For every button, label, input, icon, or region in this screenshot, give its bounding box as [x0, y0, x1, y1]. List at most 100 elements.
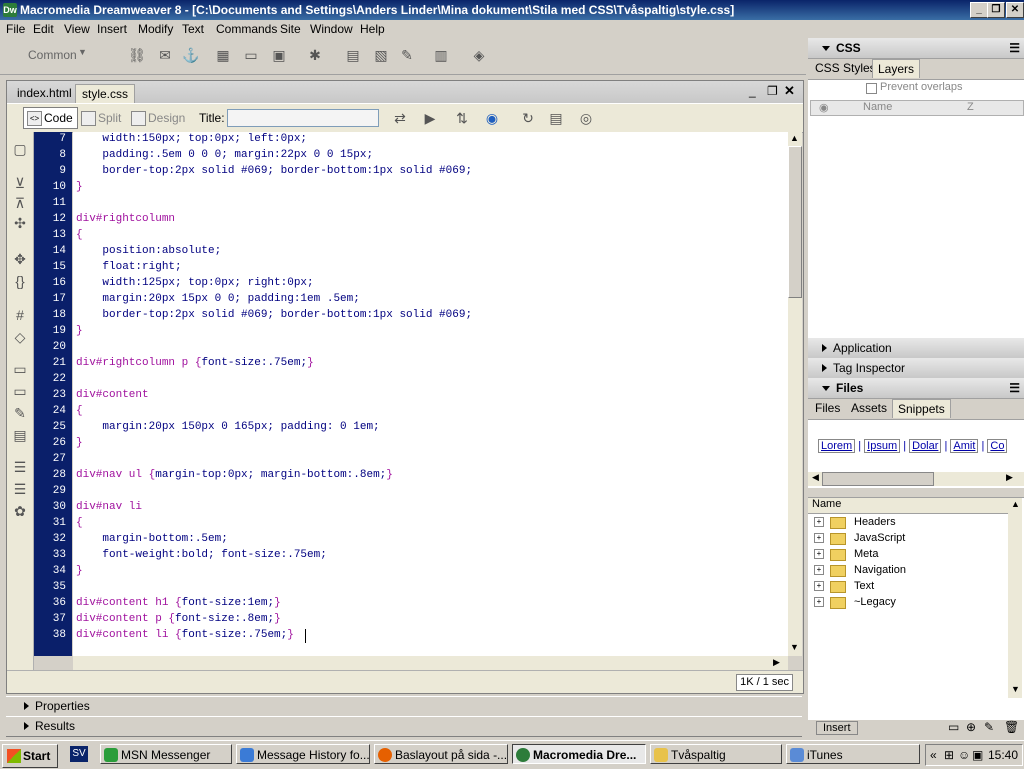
code-line[interactable]: div#nav li	[76, 501, 142, 513]
balance-braces-icon[interactable]: {}	[11, 272, 29, 290]
code-editor[interactable]: width:150px; top:0px; left:0px; padding:…	[73, 132, 788, 656]
scroll-up-icon[interactable]: ▲	[790, 133, 799, 143]
file-management-icon[interactable]: ⇄	[391, 109, 409, 127]
code-line[interactable]: {	[76, 517, 83, 529]
properties-panel-header[interactable]: Properties	[6, 696, 802, 717]
scrollbar-thumb[interactable]	[788, 146, 802, 298]
vertical-scrollbar[interactable]: ▲ ▼	[788, 132, 802, 656]
visual-aids-icon[interactable]: ◎	[577, 109, 595, 127]
doc-close-icon[interactable]: ✕	[784, 83, 795, 99]
task-message-history[interactable]: Message History fo...	[236, 744, 370, 764]
tray-expand-icon[interactable]: «	[930, 745, 937, 765]
view-options-icon[interactable]: ▤	[547, 109, 565, 127]
tab-files[interactable]: Files	[810, 399, 845, 417]
panel-options-icon[interactable]: ☰	[1009, 378, 1020, 398]
menu-commands[interactable]: Commands	[216, 22, 277, 36]
expand-plus-icon[interactable]: +	[814, 517, 824, 527]
start-button[interactable]: Start	[2, 744, 58, 768]
tab-index-html[interactable]: index.html	[11, 84, 78, 102]
menu-text[interactable]: Text	[182, 22, 204, 36]
templates-icon[interactable]: ▥	[432, 46, 450, 64]
delete-icon[interactable]: 🗑	[1004, 720, 1019, 734]
open-documents-icon[interactable]: ▢	[11, 140, 29, 158]
date-icon[interactable]: ▤	[344, 46, 362, 64]
scroll-up-icon[interactable]: ▲	[1011, 499, 1020, 509]
scroll-down-icon[interactable]: ▼	[1011, 684, 1020, 694]
scrollbar-thumb[interactable]	[822, 472, 934, 486]
edit-snippet-icon[interactable]: ✎	[984, 720, 994, 734]
select-parent-tag-icon[interactable]: ✥	[11, 250, 29, 268]
globe-icon[interactable]: ◉	[483, 109, 501, 127]
indent-icon[interactable]: ☰	[11, 458, 29, 476]
code-view-button[interactable]: <> Code	[23, 107, 78, 129]
close-button[interactable]: ✕	[1006, 2, 1024, 18]
code-line[interactable]: border-top:2px solid #069; border-bottom…	[76, 165, 472, 177]
code-line[interactable]: div#rightcolumn p {font-size:.75em;}	[76, 357, 314, 369]
layers-name-column[interactable]: Name	[863, 101, 892, 113]
split-view-button[interactable]: Split	[77, 107, 126, 129]
minimize-button[interactable]: _	[970, 2, 988, 18]
scroll-left-icon[interactable]: ◀	[812, 472, 819, 483]
snippet-folder[interactable]: + Headers	[808, 514, 1008, 530]
snippet-folder[interactable]: + Navigation	[808, 562, 1008, 578]
title-input[interactable]	[227, 109, 379, 127]
tab-snippets[interactable]: Snippets	[892, 399, 951, 418]
css-panel-header[interactable]: CSS ☰	[808, 38, 1024, 59]
scroll-down-icon[interactable]: ▼	[790, 642, 799, 652]
hyperlink-icon[interactable]: ⛓	[128, 46, 146, 64]
snippet-folder[interactable]: + JavaScript	[808, 530, 1008, 546]
menu-modify[interactable]: Modify	[138, 22, 173, 36]
language-indicator[interactable]: SV	[70, 746, 88, 762]
tab-layers[interactable]: Layers	[872, 59, 921, 78]
tab-css-styles[interactable]: CSS Styles	[810, 59, 881, 77]
code-line[interactable]: {	[76, 229, 83, 241]
tree-name-header[interactable]: Name	[808, 498, 1012, 514]
panel-options-icon[interactable]: ☰	[1009, 38, 1020, 58]
recent-snippets-icon[interactable]: ▤	[11, 426, 29, 444]
code-line[interactable]: border-top:2px solid #069; border-bottom…	[76, 309, 472, 321]
code-line[interactable]: margin:20px 15px 0 0; padding:1em .5em;	[76, 293, 359, 305]
horizontal-scrollbar[interactable]: ▶	[73, 656, 788, 670]
expand-all-icon[interactable]: ✣	[11, 214, 29, 232]
highlight-invalid-icon[interactable]: ◇	[11, 328, 29, 346]
expand-plus-icon[interactable]: +	[814, 581, 824, 591]
preview-scrollbar[interactable]: ◀ ▶	[808, 472, 1024, 486]
expand-plus-icon[interactable]: +	[814, 533, 824, 543]
maximize-button[interactable]: ❐	[987, 2, 1005, 18]
doc-minimize-icon[interactable]: _	[749, 84, 756, 98]
task-msn-messenger[interactable]: MSN Messenger	[100, 744, 232, 764]
code-line[interactable]: width:150px; top:0px; left:0px;	[76, 133, 307, 145]
apply-comment-icon[interactable]: ▭	[11, 360, 29, 378]
application-panel-header[interactable]: Application	[808, 338, 1024, 359]
debug-icon[interactable]: ⇅	[453, 109, 471, 127]
code-line[interactable]: }	[76, 565, 83, 577]
msn-tray-icon[interactable]: ☺	[958, 745, 970, 765]
layers-z-column[interactable]: Z	[967, 101, 974, 113]
code-line[interactable]: position:absolute;	[76, 245, 221, 257]
doc-restore-icon[interactable]: ❐	[767, 84, 778, 98]
image-icon[interactable]: ▣	[270, 46, 288, 64]
menu-file[interactable]: File	[6, 22, 25, 36]
tag-chooser-icon[interactable]: ◈	[470, 46, 488, 64]
tab-style-css[interactable]: style.css	[75, 84, 136, 103]
tab-assets[interactable]: Assets	[846, 399, 892, 417]
outdent-icon[interactable]: ☰	[11, 480, 29, 498]
code-line[interactable]: div#nav ul {margin-top:0px; margin-botto…	[76, 469, 393, 481]
code-line[interactable]: div#content	[76, 389, 149, 401]
expand-plus-icon[interactable]: +	[814, 597, 824, 607]
code-line[interactable]: {	[76, 405, 83, 417]
comment-icon[interactable]: ✎	[398, 46, 416, 64]
div-icon[interactable]: ▭	[242, 46, 260, 64]
email-link-icon[interactable]: ✉	[156, 46, 174, 64]
code-line[interactable]: padding:.5em 0 0 0; margin:22px 0 0 15px…	[76, 149, 373, 161]
collapse-selection-icon[interactable]: ⊼	[11, 194, 29, 212]
format-source-icon[interactable]: ✿	[11, 502, 29, 520]
scroll-right-icon[interactable]: ▶	[773, 657, 780, 668]
task-dreamweaver[interactable]: Macromedia Dre...	[512, 744, 646, 764]
insert-snippet-button[interactable]: Insert	[816, 721, 858, 735]
results-panel-header[interactable]: Results	[6, 716, 802, 737]
menu-window[interactable]: Window	[310, 22, 353, 36]
code-line[interactable]: margin-bottom:.5em;	[76, 533, 227, 545]
task-firefox[interactable]: Baslayout på sida -...	[374, 744, 508, 764]
refresh-icon[interactable]: ↻	[519, 109, 537, 127]
